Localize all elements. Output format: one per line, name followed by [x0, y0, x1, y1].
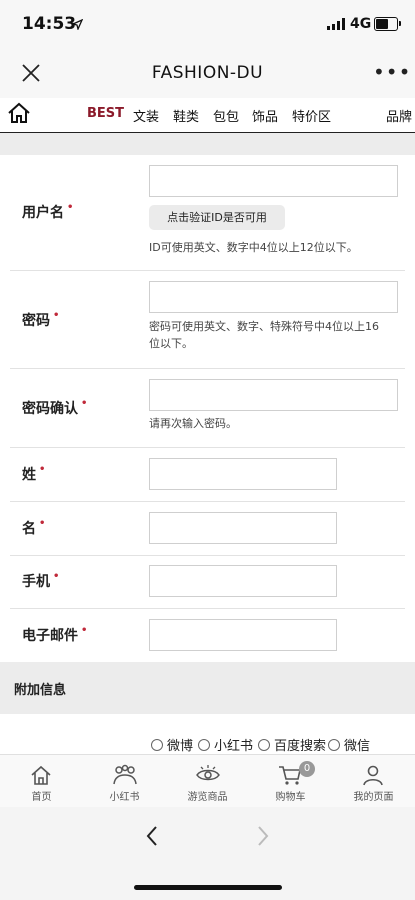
category-accessories[interactable]: 饰品	[252, 106, 278, 125]
category-bags[interactable]: 包包	[213, 106, 239, 125]
tab-home[interactable]: 首页	[0, 755, 83, 808]
radio-weibo[interactable]: 微博	[151, 735, 193, 754]
nav-bar: FASHION-DU •••	[0, 50, 415, 98]
category-sale[interactable]: 特价区	[292, 106, 331, 125]
username-row: 用户名 • 点击验证ID是否可用 ID可使用英文、数字中4位以上12位以下。	[10, 155, 405, 271]
additional-info-title: 附加信息	[14, 683, 67, 698]
category-shoes[interactable]: 鞋类	[173, 106, 199, 125]
username-input[interactable]	[149, 165, 398, 197]
mobile-input[interactable]	[149, 565, 337, 597]
password-label: 密码 •	[22, 310, 60, 329]
username-label: 用户名 •	[22, 202, 74, 221]
battery-icon	[374, 17, 401, 31]
category-brand[interactable]: 品牌	[386, 106, 412, 125]
xiaohongshu-icon	[113, 764, 137, 785]
bottom-tab-bar: 首页 小红书 游览商品 0 购物车 我的页面	[0, 754, 415, 808]
signal-icon	[327, 18, 345, 30]
status-bar: 14:53 4G	[0, 0, 415, 50]
home-icon[interactable]	[7, 102, 31, 124]
additional-info-header: 附加信息	[0, 662, 415, 714]
forward-icon[interactable]	[256, 825, 270, 847]
category-bar: BEST 文装 鞋类 包包 饰品 特价区 品牌	[0, 98, 415, 133]
section-header-strip	[0, 133, 415, 155]
tab-my-page[interactable]: 我的页面	[332, 755, 415, 808]
check-id-button[interactable]: 点击验证ID是否可用	[149, 205, 285, 230]
last-name-row: 姓 •	[10, 447, 405, 502]
username-hint: ID可使用英文、数字中4位以上12位以下。	[149, 241, 358, 254]
tab-xiaohongshu-label: 小红书	[109, 792, 140, 803]
status-time: 14:53	[22, 14, 77, 34]
home-indicator[interactable]	[134, 885, 282, 890]
tab-browse[interactable]: 游览商品	[166, 755, 249, 808]
home-icon	[31, 765, 51, 785]
password-confirm-hint: 请再次输入密码。	[149, 417, 237, 430]
eye-icon	[196, 765, 220, 781]
tab-my-page-label: 我的页面	[353, 792, 394, 803]
tab-xiaohongshu[interactable]: 小红书	[83, 755, 166, 808]
more-icon[interactable]: •••	[373, 60, 411, 84]
password-hint: 密码可使用英文、数字、特殊符号中4位以上16 位以下。	[149, 320, 379, 350]
last-name-input[interactable]	[149, 458, 337, 490]
last-name-label: 姓 •	[22, 464, 46, 483]
password-confirm-label: 密码确认 •	[22, 398, 88, 417]
radio-wechat[interactable]: 微信	[328, 735, 370, 754]
email-input[interactable]	[149, 619, 337, 651]
user-icon	[363, 765, 383, 786]
page-title: FASHION-DU	[151, 63, 264, 83]
email-row: 电子邮件 •	[10, 608, 405, 662]
category-women[interactable]: 文装	[133, 106, 159, 125]
tab-browse-label: 游览商品	[187, 792, 228, 803]
mobile-row: 手机 •	[10, 555, 405, 609]
password-confirm-input[interactable]	[149, 379, 398, 411]
network-type: 4G	[350, 16, 372, 32]
tab-cart[interactable]: 0 购物车	[249, 755, 332, 808]
password-confirm-row: 密码确认 • 请再次输入密码。	[10, 368, 405, 448]
radio-baidu[interactable]: 百度搜索	[258, 735, 326, 754]
first-name-input[interactable]	[149, 512, 337, 544]
radio-xiaohongshu[interactable]: 小红书	[198, 735, 253, 754]
password-row: 密码 • 密码可使用英文、数字、特殊符号中4位以上16 位以下。	[10, 270, 405, 369]
location-arrow-icon	[72, 19, 83, 30]
password-input[interactable]	[149, 281, 398, 313]
cart-badge: 0	[299, 761, 315, 777]
back-icon[interactable]	[145, 825, 159, 847]
tab-home-label: 首页	[31, 792, 52, 803]
tab-cart-label: 购物车	[275, 792, 306, 803]
category-best[interactable]: BEST	[87, 106, 124, 121]
mobile-label: 手机 •	[22, 571, 60, 590]
email-label: 电子邮件 •	[22, 625, 88, 644]
first-name-label: 名 •	[22, 518, 46, 537]
first-name-row: 名 •	[10, 501, 405, 556]
